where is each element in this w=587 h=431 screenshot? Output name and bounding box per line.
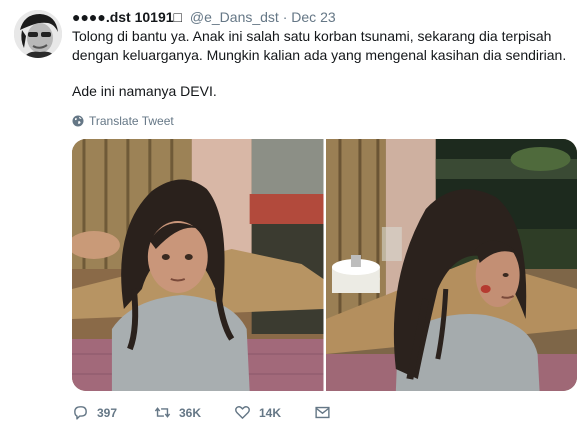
photo-girl-side xyxy=(325,139,577,391)
envelope-icon xyxy=(315,406,330,419)
display-name[interactable]: ●●●●.dst 10191□ xyxy=(72,9,182,25)
tweet-text-paragraph: Tolong di bantu ya. Anak ini salah satu … xyxy=(72,28,567,63)
separator-dot: · xyxy=(282,9,288,25)
reply-count: 397 xyxy=(97,405,118,420)
retweet-button[interactable]: 36K xyxy=(154,404,234,421)
direct-message-button[interactable] xyxy=(314,404,331,421)
photo-girl-front xyxy=(72,139,324,391)
tweet-actions: 397 36K 14K xyxy=(72,404,331,421)
reply-button[interactable]: 397 xyxy=(72,404,154,421)
translate-tweet-link[interactable]: Translate Tweet xyxy=(72,114,174,128)
globe-icon xyxy=(72,115,84,127)
avatar[interactable] xyxy=(14,10,62,58)
avatar-image xyxy=(14,10,62,58)
translate-label: Translate Tweet xyxy=(89,114,174,128)
retweet-count: 36K xyxy=(179,405,202,420)
retweet-icon xyxy=(154,407,171,418)
reply-icon xyxy=(74,406,87,420)
like-count: 14K xyxy=(259,405,282,420)
tweet-header: ●●●●.dst 10191□ @e_Dans_dst · Dec 23 xyxy=(72,8,336,26)
heart-icon xyxy=(235,406,250,419)
photo-right[interactable] xyxy=(325,139,577,391)
user-handle[interactable]: @e_Dans_dst xyxy=(190,9,279,25)
tweet-media xyxy=(72,139,577,391)
photo-left[interactable] xyxy=(72,139,324,391)
tweet-text: Tolong di bantu ya. Anak ini salah satu … xyxy=(72,27,577,101)
tweet-text-paragraph-name: Ade ini namanya DEVI. xyxy=(72,83,217,99)
tweet-date[interactable]: Dec 23 xyxy=(291,9,335,25)
like-button[interactable]: 14K xyxy=(234,404,314,421)
